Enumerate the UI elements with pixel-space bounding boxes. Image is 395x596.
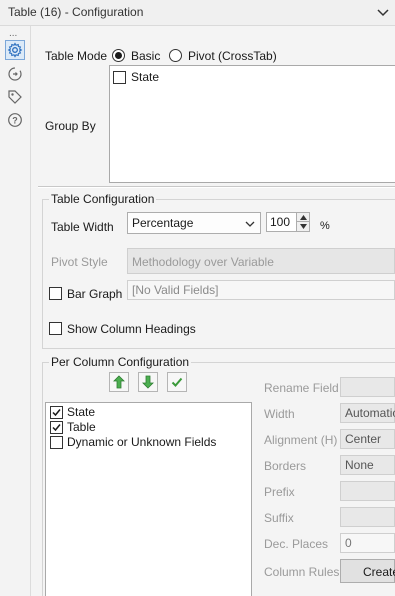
move-down-button[interactable] (138, 372, 158, 392)
field-table-checkbox[interactable] (50, 421, 63, 434)
suffix-input[interactable] (340, 507, 395, 527)
checkmark-icon (52, 424, 61, 432)
field-dynamic-label: Dynamic or Unknown Fields (67, 435, 217, 449)
list-item[interactable]: Dynamic or Unknown Fields (50, 435, 240, 450)
group-by-list[interactable]: State (109, 65, 395, 183)
width-value: Automatic (345, 406, 395, 420)
splitter[interactable] (38, 186, 395, 188)
table-mode-label: Table Mode (45, 49, 108, 63)
borders-value: None (345, 458, 374, 472)
rename-field-label: Rename Field (264, 381, 339, 395)
borders-label: Borders (264, 459, 307, 473)
alignment-label: Alignment (H) (264, 433, 338, 447)
tag-icon[interactable] (5, 87, 25, 107)
create-button-label: Create (363, 565, 395, 579)
chevron-down-icon (245, 221, 255, 227)
field-state-label: State (67, 405, 96, 419)
group-by-label: Group By (45, 119, 96, 133)
bar-graph-label[interactable]: Bar Graph (67, 287, 122, 301)
show-column-headings-checkbox[interactable] (49, 322, 62, 335)
field-dynamic-checkbox[interactable] (50, 436, 63, 449)
rename-field-input[interactable] (340, 377, 395, 397)
overflow-dots[interactable]: ... (9, 28, 17, 39)
table-width-spinner[interactable]: 100 (266, 212, 310, 232)
table-width-label: Table Width (51, 220, 114, 234)
column-rules-label: Column Rules (264, 565, 340, 579)
triangle-down-icon (300, 224, 307, 229)
spinner-down-button[interactable] (296, 222, 309, 231)
table-width-mode-dropdown[interactable]: Percentage (127, 212, 261, 234)
bar-graph-field-dropdown[interactable]: [No Valid Fields] (127, 280, 395, 300)
pivot-style-value: Methodology over Variable (132, 255, 274, 269)
field-state-checkbox[interactable] (50, 406, 63, 419)
column-field-list[interactable]: State Table Dynamic or Unknown Fields (45, 402, 252, 596)
radio-pivot-label[interactable]: Pivot (CrossTab) (188, 49, 277, 63)
spinner-up-button[interactable] (296, 213, 309, 222)
prefix-label: Prefix (264, 485, 295, 499)
title-bar: Table (16) - Configuration (0, 0, 395, 26)
group-by-state-label: State (131, 70, 160, 84)
prefix-input[interactable] (340, 481, 395, 501)
connection-icon[interactable] (5, 64, 25, 84)
check-all-button[interactable] (167, 372, 187, 392)
borders-dropdown[interactable]: None (340, 455, 395, 475)
show-column-headings-label[interactable]: Show Column Headings (67, 322, 196, 336)
create-column-rules-button[interactable]: Create (340, 559, 395, 583)
checkmark-icon (171, 377, 183, 387)
help-icon[interactable]: ? (5, 110, 25, 130)
table-width-value[interactable]: 100 (270, 215, 290, 229)
dec-places-value: 0 (345, 536, 352, 550)
per-column-configuration-title: Per Column Configuration (49, 355, 192, 369)
field-table-label: Table (67, 420, 96, 434)
pivot-style-dropdown[interactable]: Methodology over Variable (127, 248, 395, 274)
radio-basic[interactable] (112, 49, 125, 62)
list-item[interactable]: Table (50, 420, 240, 435)
alignment-value: Center (345, 432, 382, 446)
group-by-state-checkbox[interactable] (113, 71, 126, 84)
dec-places-input[interactable]: 0 (340, 533, 395, 553)
list-item[interactable]: State (50, 405, 240, 420)
width-dropdown[interactable]: Automatic (340, 403, 395, 423)
radio-pivot[interactable] (169, 49, 182, 62)
chevron-down-icon[interactable] (376, 5, 390, 19)
suffix-label: Suffix (264, 511, 294, 525)
checkmark-icon (52, 409, 61, 417)
arrow-down-icon (142, 375, 154, 389)
arrow-up-icon (113, 375, 125, 389)
bar-graph-checkbox[interactable] (49, 287, 62, 300)
window-title: Table (16) - Configuration (8, 5, 144, 19)
width-label: Width (264, 407, 295, 421)
bar-graph-field-value: [No Valid Fields] (132, 283, 219, 297)
table-width-unit: % (320, 220, 330, 232)
dec-places-label: Dec. Places (264, 537, 329, 551)
triangle-up-icon (300, 215, 307, 220)
alignment-dropdown[interactable]: Center (340, 429, 395, 449)
table-configuration-title: Table Configuration (49, 192, 157, 206)
move-up-button[interactable] (109, 372, 129, 392)
radio-basic-label[interactable]: Basic (131, 49, 160, 63)
table-width-mode-value: Percentage (132, 216, 194, 230)
gear-icon[interactable] (5, 40, 25, 60)
pivot-style-label: Pivot Style (51, 255, 108, 269)
svg-text:?: ? (12, 116, 18, 126)
